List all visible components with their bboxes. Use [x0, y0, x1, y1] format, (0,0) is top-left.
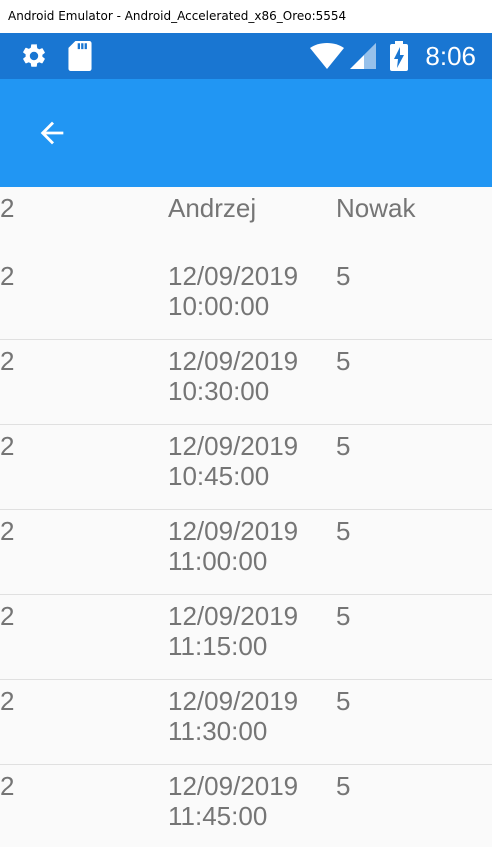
list-header: 2 Andrzej Nowak: [0, 187, 492, 255]
header-first-name: Andrzej: [168, 193, 257, 223]
item-value: 5: [336, 601, 351, 631]
item-datetime: 12/09/2019 11:00:00: [168, 516, 299, 576]
list-item[interactable]: 2 12/09/2019 11:15:00 5: [0, 595, 492, 680]
item-id: 2: [0, 346, 15, 376]
item-datetime: 12/09/2019 11:30:00: [168, 686, 299, 746]
list-item[interactable]: 2 12/09/2019 11:30:00 5: [0, 680, 492, 765]
arrow-back-icon: [40, 121, 64, 145]
item-id: 2: [0, 601, 15, 631]
item-value: 5: [336, 686, 351, 716]
item-value: 5: [336, 771, 351, 801]
list-item[interactable]: 2 12/09/2019 11:45:00 5: [0, 765, 492, 847]
app-bar: [0, 79, 492, 187]
item-value: 5: [336, 261, 351, 291]
header-last-name: Nowak: [336, 193, 416, 223]
list-item[interactable]: 2 12/09/2019 10:00:00 5: [0, 255, 492, 340]
list-item[interactable]: 2 12/09/2019 11:00:00 5: [0, 510, 492, 595]
list-item[interactable]: 2 12/09/2019 10:45:00 5: [0, 425, 492, 510]
item-datetime: 12/09/2019 11:45:00: [168, 771, 299, 831]
item-value: 5: [336, 516, 351, 546]
item-id: 2: [0, 686, 15, 716]
item-id: 2: [0, 771, 15, 801]
header-id: 2: [0, 193, 15, 223]
list-item[interactable]: 2 12/09/2019 10:30:00 5: [0, 340, 492, 425]
gear-icon: [20, 33, 48, 79]
item-id: 2: [0, 516, 15, 546]
wifi-icon: [310, 33, 344, 79]
item-datetime: 12/09/2019 10:45:00: [168, 431, 299, 491]
status-time: 8:06: [425, 41, 476, 71]
item-value: 5: [336, 346, 351, 376]
signal-icon: [350, 33, 376, 79]
item-id: 2: [0, 431, 15, 461]
status-bar: 8:06: [0, 33, 492, 79]
item-datetime: 12/09/2019 10:00:00: [168, 261, 299, 321]
item-id: 2: [0, 261, 15, 291]
item-datetime: 12/09/2019 11:15:00: [168, 601, 299, 661]
window-title: Android Emulator - Android_Accelerated_x…: [0, 0, 492, 33]
item-datetime: 12/09/2019 10:30:00: [168, 346, 299, 406]
item-value: 5: [336, 431, 351, 461]
sd-card-icon: [68, 33, 92, 79]
back-button[interactable]: [28, 109, 76, 157]
battery-charging-icon: [390, 33, 408, 79]
list-view[interactable]: 2 Andrzej Nowak 2 12/09/2019 10:00:00 5 2…: [0, 187, 492, 847]
